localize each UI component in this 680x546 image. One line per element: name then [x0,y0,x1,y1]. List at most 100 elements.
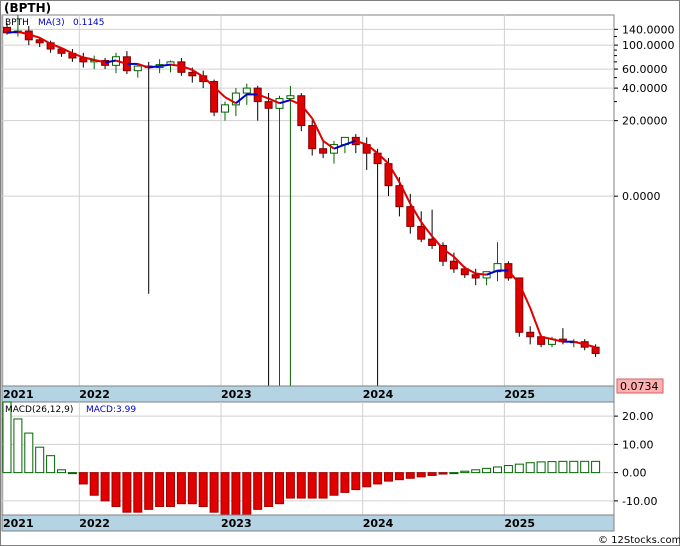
macd-bar [209,472,219,513]
candle-body [264,101,273,109]
price-y-tick-label: 0.0000 [622,190,661,203]
macd-bar [187,472,197,505]
macd-bar [111,472,121,508]
macd-bar [318,472,328,499]
macd-bar [547,461,557,474]
macd-bar [329,472,339,496]
macd-bar [89,472,99,496]
macd-bar [449,472,459,475]
macd-bar [405,472,415,479]
candle-body [308,125,317,150]
candle-body [221,104,229,113]
macd-bar [503,465,513,474]
macd-bar [166,472,175,508]
macd-bar [394,472,404,481]
macd-bar [307,472,317,499]
macd-bar [122,472,132,513]
macd-bar [569,460,579,474]
candle-body [471,274,480,279]
price-y-tick-label: 100.0000 [622,39,675,52]
macd-bar [13,418,23,474]
candle-body [449,260,458,270]
macd-y-tick-label: -10.00 [622,495,657,508]
macd-y-tick-label: 20.00 [622,410,654,423]
x-axis-year-label: 2022 [79,388,110,401]
macd-bar [78,472,88,485]
macd-bar [67,472,77,475]
x-axis-year-label: 2025 [504,517,535,530]
macd-bar [493,466,502,474]
candle-body [417,225,426,240]
ma-segment [6,30,18,34]
price-y-tick-label: 20.0000 [622,115,668,128]
macd-label: MACD(26,12,9) [5,405,73,415]
macd-bar [384,472,393,482]
ticker-label: BPTH [5,18,29,28]
macd-bar [416,472,426,478]
last-price-label: 0.0734 [620,380,659,393]
macd-bar [514,463,524,474]
candle-body [286,95,295,100]
macd-panel: 20.00 10.00 0.00 -10.00 MACD(26,12,9) MACD:… [1,401,657,519]
macd-bar [46,455,56,474]
macd-bar [558,460,568,474]
price-y-tick-label: 60.0000 [622,63,668,76]
macd-bar [133,472,143,513]
macd-bar [580,460,590,474]
x-axis-year-label: 2024 [363,517,394,530]
macd-bar [35,446,45,474]
ma-segment [475,272,487,276]
macd-bar [155,472,165,508]
x-axis-year-label: 2021 [3,388,34,401]
macd-bar [482,467,492,474]
candle-body [591,346,600,354]
candle-body [297,95,306,127]
macd-bar [242,472,252,516]
candle-body [515,277,524,333]
macd-bar [351,472,361,491]
ma-label: MA(3) [38,18,65,28]
x-axis-year-label: 2023 [221,388,252,401]
chart-canvas: (BPTH) 140.0000 100.0000 60.0000 40.0000 20.… [0,0,680,546]
candle-body [319,148,328,154]
macd-bar [438,472,448,475]
macd-y-tick-label: 10.00 [622,438,654,451]
candle-body [188,71,197,77]
x-axis-year-label: 2025 [504,388,535,401]
macd-bar [460,470,470,474]
macd-bar [100,472,110,502]
candle-body [242,87,251,94]
macd-bar [253,472,263,510]
macd-bar [362,472,372,488]
macd-bar [525,462,535,474]
macd-bar [427,472,437,476]
macd-bar [275,472,284,505]
candle-body [133,65,142,72]
ma-value: 0.1145 [73,18,105,28]
x-axis-year-label: 2021 [3,517,34,530]
x-axis-year-label: 2024 [363,388,394,401]
macd-y-tick-label: 0.00 [622,467,647,480]
macd-bar [264,472,274,508]
price-y-tick-label: 140.0000 [622,23,675,36]
macd-bar [373,472,383,485]
macd-bar [231,472,241,519]
macd-bar [536,461,546,474]
macd-bar [220,472,230,516]
macd-bar [591,460,601,474]
x-axis-year-label: 2023 [221,517,252,530]
macd-bar [57,469,66,474]
macd-bar [471,469,481,474]
watermark: © 12Stocks.com [598,535,680,546]
candle-body [35,39,44,44]
x-axis-year-label: 2022 [79,517,110,530]
macd-bar [296,472,306,499]
macd-bar [24,432,34,474]
macd-bar [144,472,154,510]
macd-value-label: MACD:3.99 [86,405,136,415]
macd-bar [176,472,186,505]
macd-bar [340,472,350,493]
price-panel: 140.0000 100.0000 60.0000 40.0000 20.0000 0.0… [1,14,675,394]
macd-bar [198,472,208,508]
macd-bar [285,472,295,499]
